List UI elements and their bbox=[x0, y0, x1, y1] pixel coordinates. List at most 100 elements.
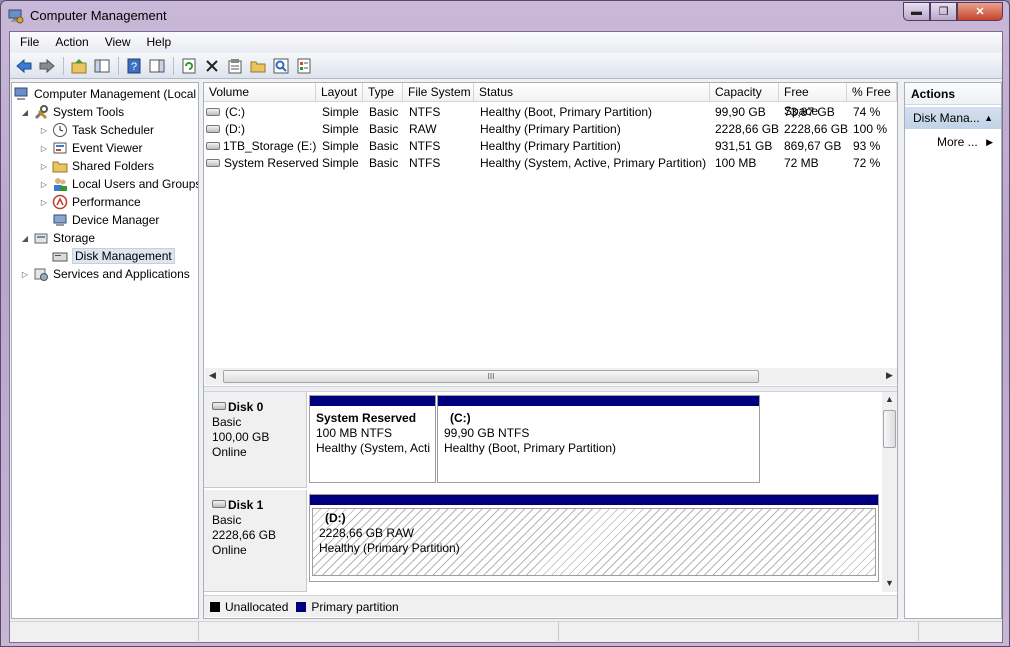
partition-name: (C:) bbox=[450, 411, 471, 425]
scroll-up-icon[interactable]: ▲ bbox=[885, 394, 894, 404]
help-button[interactable]: ? bbox=[123, 55, 145, 77]
partition-status: Healthy (System, Acti bbox=[316, 441, 431, 455]
volume-row[interactable]: 1TB_Storage (E:) Simple Basic NTFS Healt… bbox=[204, 138, 897, 155]
collapse-arrow-icon[interactable]: ◢ bbox=[20, 108, 30, 117]
actions-section-disk-management[interactable]: Disk Mana... ▲ bbox=[905, 107, 1001, 129]
tree-item-disk-management[interactable]: Disk Management bbox=[52, 247, 175, 265]
window-title: Computer Management bbox=[30, 8, 167, 23]
services-icon bbox=[33, 266, 49, 282]
show-hide-action-pane-button[interactable] bbox=[146, 55, 168, 77]
disk-graphical-view: Disk 0 Basic 100,00 GB Online System Res… bbox=[204, 392, 882, 592]
volume-list-horizontal-scrollbar[interactable]: ◀ III ▶ bbox=[205, 368, 897, 385]
refresh-button[interactable] bbox=[178, 55, 200, 77]
scroll-thumb[interactable]: III bbox=[223, 370, 759, 383]
volume-row[interactable]: System Reserved Simple Basic NTFS Health… bbox=[204, 155, 897, 172]
volume-list-header: Volume Layout Type File System Status Ca… bbox=[204, 83, 897, 118]
tree-item-task-scheduler[interactable]: ▷ Task Scheduler bbox=[39, 121, 154, 139]
expand-arrow-icon[interactable]: ▷ bbox=[39, 162, 49, 171]
search-button[interactable] bbox=[270, 55, 292, 77]
disk-name: Disk 0 bbox=[228, 400, 264, 414]
volume-icon bbox=[206, 142, 220, 150]
volume-name: (D:) bbox=[225, 122, 245, 136]
disk-1-label[interactable]: Disk 1 Basic 2228,66 GB Online bbox=[204, 490, 307, 592]
folder-up-icon bbox=[71, 58, 87, 73]
delete-x-icon bbox=[206, 59, 218, 72]
toolbar: ? bbox=[10, 53, 1002, 79]
scroll-thumb[interactable] bbox=[883, 410, 896, 448]
column-header-percent-free[interactable]: % Free bbox=[847, 83, 897, 102]
volume-layout: Simple bbox=[322, 156, 359, 170]
expand-arrow-icon[interactable]: ▷ bbox=[39, 180, 49, 189]
tree-item-services-applications[interactable]: ▷ Services and Applications bbox=[20, 265, 190, 283]
expand-arrow-icon[interactable]: ▷ bbox=[39, 144, 49, 153]
partition-d[interactable]: (D:) 2228,66 GB RAW Healthy (Primary Par… bbox=[309, 494, 879, 582]
volume-type: Basic bbox=[369, 139, 399, 153]
menu-view[interactable]: View bbox=[97, 35, 139, 49]
partition-system-reserved[interactable]: System Reserved 100 MB NTFS Healthy (Sys… bbox=[309, 395, 436, 483]
minimize-button[interactable]: ▬ bbox=[903, 2, 930, 21]
collapse-arrow-icon[interactable]: ◢ bbox=[20, 234, 30, 243]
volume-name: System Reserved bbox=[224, 156, 319, 170]
menu-bar: File Action View Help bbox=[10, 32, 1002, 52]
scroll-left-icon[interactable]: ◀ bbox=[209, 370, 216, 381]
more-actions-item[interactable]: More ... ▶ bbox=[905, 132, 1001, 152]
forward-button[interactable] bbox=[36, 55, 58, 77]
status-cell bbox=[10, 622, 199, 641]
partition-legend: Unallocated Primary partition bbox=[204, 595, 897, 617]
scroll-right-icon[interactable]: ▶ bbox=[886, 370, 893, 381]
legend-primary-partition: Primary partition bbox=[311, 599, 399, 614]
back-button[interactable] bbox=[13, 55, 35, 77]
tree-label: Device Manager bbox=[72, 213, 160, 227]
disk-0-label[interactable]: Disk 0 Basic 100,00 GB Online bbox=[204, 392, 307, 488]
tree-item-device-manager[interactable]: Device Manager bbox=[52, 211, 159, 229]
disk-size: 2228,66 GB bbox=[212, 528, 277, 542]
column-header-type[interactable]: Type bbox=[363, 83, 403, 102]
column-header-capacity[interactable]: Capacity bbox=[710, 83, 779, 102]
column-header-file-system[interactable]: File System bbox=[403, 83, 474, 102]
column-header-status[interactable]: Status bbox=[474, 83, 710, 102]
volume-file-system: RAW bbox=[409, 122, 437, 136]
tree-item-performance[interactable]: ▷ Performance bbox=[39, 193, 141, 211]
close-button[interactable]: ✕ bbox=[957, 2, 1003, 21]
maximize-button[interactable]: ❐ bbox=[930, 2, 957, 21]
column-header-layout[interactable]: Layout bbox=[316, 83, 363, 102]
minimize-icon: ▬ bbox=[911, 5, 922, 18]
maximize-icon: ❐ bbox=[938, 6, 949, 18]
up-level-button[interactable] bbox=[68, 55, 90, 77]
client-area: File Action View Help ? Computer Managem… bbox=[9, 31, 1003, 643]
expand-arrow-icon[interactable]: ▷ bbox=[39, 198, 49, 207]
tree-item-local-users-groups[interactable]: ▷ Local Users and Groups bbox=[39, 175, 198, 193]
tree-item-shared-folders[interactable]: ▷ Shared Folders bbox=[39, 157, 154, 175]
volume-row[interactable]: (D:) Simple Basic RAW Healthy (Primary P… bbox=[204, 121, 897, 138]
column-header-free-space[interactable]: Free Space bbox=[779, 83, 847, 118]
tree-item-event-viewer[interactable]: ▷ Event Viewer bbox=[39, 139, 143, 157]
expand-arrow-icon[interactable]: ▷ bbox=[39, 126, 49, 135]
settings-button[interactable] bbox=[293, 55, 315, 77]
scroll-down-icon[interactable]: ▼ bbox=[885, 578, 894, 588]
tree-item-computer-management[interactable]: Computer Management (Local bbox=[14, 85, 196, 103]
disk-icon bbox=[212, 500, 226, 508]
open-button[interactable] bbox=[247, 55, 269, 77]
toolbar-separator bbox=[173, 56, 174, 75]
expand-arrow-icon[interactable]: ▷ bbox=[20, 270, 30, 279]
collapse-up-icon[interactable]: ▲ bbox=[984, 107, 993, 129]
tree-item-storage[interactable]: ◢ Storage bbox=[20, 229, 95, 247]
show-hide-console-tree-button[interactable] bbox=[91, 55, 113, 77]
menu-action[interactable]: Action bbox=[47, 35, 96, 49]
menu-file[interactable]: File bbox=[12, 35, 47, 49]
partition-c[interactable]: (C:) 99,90 GB NTFS Healthy (Boot, Primar… bbox=[437, 395, 760, 483]
event-viewer-icon bbox=[52, 140, 68, 156]
tree-item-system-tools[interactable]: ◢ System Tools bbox=[20, 103, 124, 121]
close-icon: ✕ bbox=[975, 6, 985, 18]
volume-row[interactable]: (C:) Simple Basic NTFS Healthy (Boot, Pr… bbox=[204, 104, 897, 121]
actions-title: Actions bbox=[905, 83, 1001, 105]
title-bar[interactable]: Computer Management ▬ ❐ ✕ bbox=[1, 1, 1009, 31]
graph-vertical-scrollbar[interactable]: ▲ ▼ bbox=[882, 392, 897, 592]
partition-name: System Reserved bbox=[316, 411, 417, 425]
forward-arrow-icon bbox=[39, 58, 55, 73]
legend-unallocated: Unallocated bbox=[225, 599, 289, 614]
column-header-volume[interactable]: Volume bbox=[204, 83, 316, 102]
menu-help[interactable]: Help bbox=[139, 35, 180, 49]
properties-button[interactable] bbox=[224, 55, 246, 77]
delete-button[interactable] bbox=[201, 55, 223, 77]
